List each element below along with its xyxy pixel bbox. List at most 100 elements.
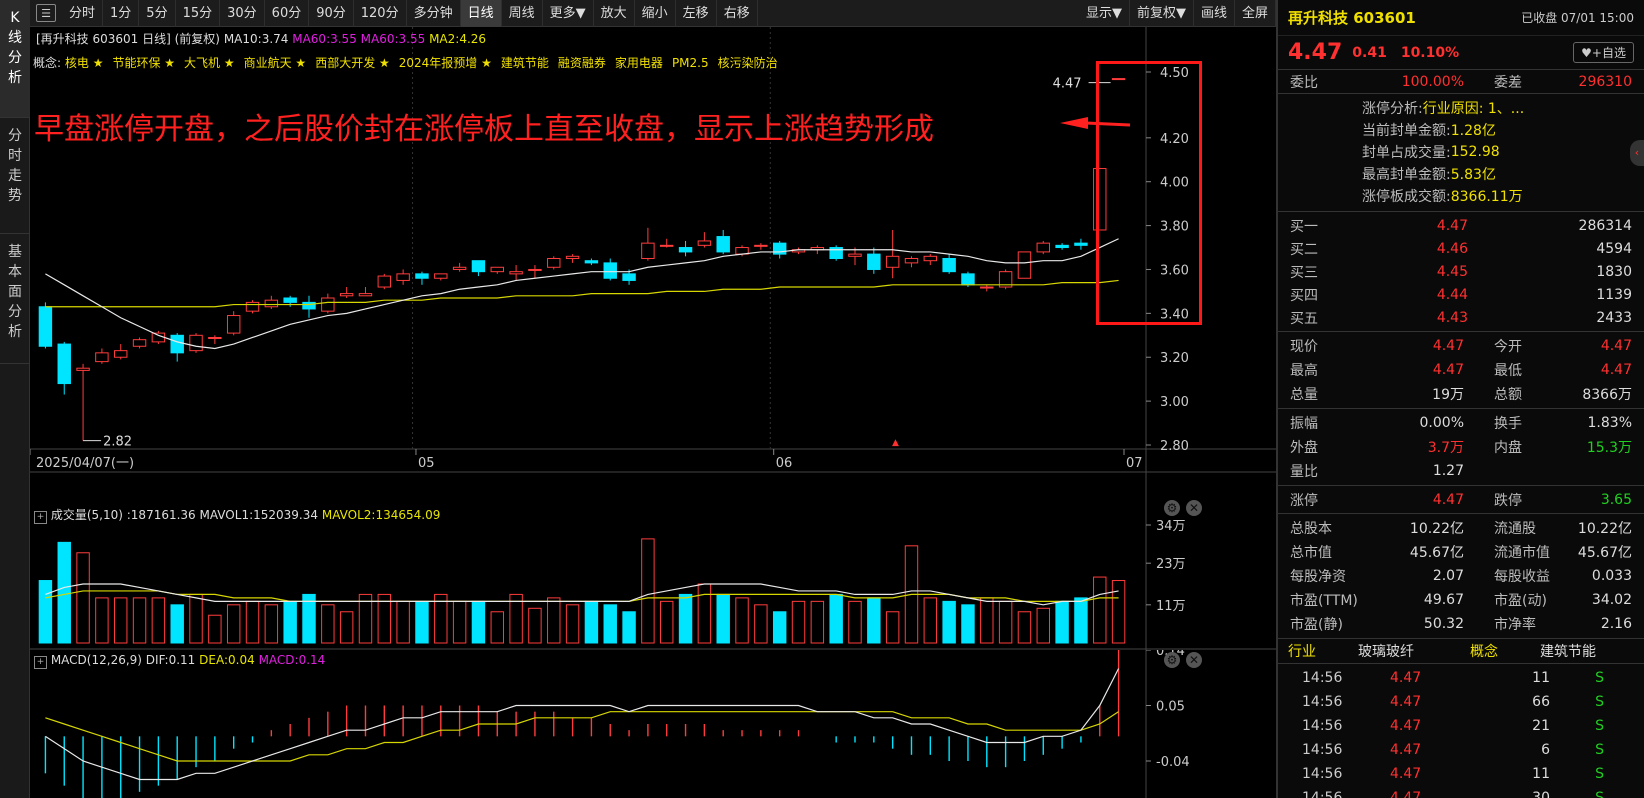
orderbook-price: 4.46 [1436,240,1468,257]
date-tick-label: 05 [418,456,435,471]
stat-row: 现价 4.47 今开 4.47 [1278,334,1644,358]
stat-label: 最低 [1494,363,1522,379]
toolbar-button-0[interactable]: 分时 [62,0,104,27]
macd-settings-gear-icon[interactable]: ⚙ [1164,652,1180,668]
macd-close-icon[interactable]: ✕ [1186,652,1202,668]
toolbar-button-6[interactable]: 90分 [309,0,354,27]
collapse-arrow-icon[interactable]: ‹ [1630,140,1644,166]
orderbook-row[interactable]: 买二 4.46 4594 [1278,237,1644,260]
tab-fundamental-analysis[interactable]: 基本面分析 [0,234,30,364]
toolbar-button-12[interactable]: 放大 [594,0,635,27]
volume-bar [38,580,53,644]
macd-chart[interactable]: 0.140.05-0.04 [30,650,1276,798]
concept-tag[interactable]: 西部大开发 ★ [315,56,390,70]
layout-toggle-icon[interactable]: ☰ [36,4,56,22]
period-buttons: 分时 1分 5分 15分 30分 60分 90分 120分 多分钟 日线 周线 更多▼ 放大 缩小 左移 右移 [62,0,758,27]
mavol2-value: MAVOL2:134654.09 [321,508,441,522]
toolbar-button-7[interactable]: 120分 [354,0,407,27]
stat-label: 每股收益 [1494,569,1550,585]
orderbook-price: 4.47 [1436,217,1468,234]
tick-volume: 6 [1541,742,1550,758]
volume-panel[interactable]: 34万 23万 11万 [30,503,1276,650]
toolbar-right-button-3[interactable]: 全屏 [1235,0,1276,27]
tick-price: 4.47 [1390,694,1422,710]
tab-intraday-trend[interactable]: 分时走势 [0,118,30,234]
candle-body [377,275,392,288]
candle-body [697,240,712,246]
tick-time: 14:56 [1302,742,1343,758]
orderbook-level: 买五 [1290,310,1318,327]
macd-tick-label: -0.04 [1156,755,1190,770]
limit-up-row-value: 152.98 [1450,144,1500,160]
candlestick-chart[interactable]: 4.504.204.003.803.603.403.203.002.802025… [30,27,1276,503]
orderbook-row[interactable]: 买一 4.47 286314 [1278,214,1644,237]
volume-settings-gear-icon[interactable]: ⚙ [1164,500,1180,516]
concept-value[interactable]: 建筑节能 [1540,641,1596,661]
toolbar-button-11[interactable]: 更多▼ [543,0,594,27]
volume-chart[interactable]: 34万 23万 11万 [30,503,1276,650]
toolbar-button-15[interactable]: 右移 [717,0,758,27]
concept-tag[interactable]: 融资融券 [558,56,606,70]
tick-price: 4.47 [1390,742,1422,758]
volume-bar [998,600,1013,644]
toolbar-button-1[interactable]: 1分 [103,0,140,27]
add-watchlist-button[interactable]: ♥+自选 [1573,42,1634,63]
orderbook-row[interactable]: 买三 4.45 1830 [1278,260,1644,283]
orderbook-price: 4.45 [1436,263,1468,280]
concept-tag[interactable]: 核污染防治 [718,56,778,70]
orderbook-row[interactable]: 买五 4.43 2433 [1278,306,1644,329]
toolbar-right-button-0[interactable]: 显示▼ [1079,0,1130,27]
limit-up-label: 涨停 [1290,492,1318,509]
orderbook-row[interactable]: 买四 4.44 1139 [1278,283,1644,306]
toolbar-button-4[interactable]: 30分 [220,0,265,27]
stat-value: 0.033 [1591,568,1632,584]
concept-tag[interactable]: 商业航天 ★ [244,56,307,70]
date-tick-label: 07 [1126,456,1143,471]
concept-tag[interactable]: 节能环保 ★ [112,56,175,70]
expand-icon[interactable]: + [34,511,47,524]
expand-icon[interactable]: + [34,656,47,669]
toolbar-button-14[interactable]: 左移 [676,0,717,27]
orderbook-volume: 4594 [1596,240,1632,257]
limit-up-row-value[interactable]: 行业原因: 1、... [1423,98,1524,118]
tick-time: 14:56 [1302,670,1343,686]
tick-time: 14:56 [1302,766,1343,782]
toolbar-button-10[interactable]: 周线 [502,0,543,27]
toolbar-right-button-1[interactable]: 前复权▼ [1130,0,1194,27]
orderbook-level: 买三 [1290,264,1318,281]
limit-up-row-label: 当前封单金额: [1362,123,1451,139]
volume-bar [716,593,730,644]
toolbar-button-5[interactable]: 60分 [265,0,310,27]
stat-row: 外盘 3.7万 内盘 15.3万 [1278,435,1644,459]
toolbar-button-9[interactable]: 日线 [460,0,502,27]
tab-kline-analysis[interactable]: K线分析 [0,0,30,118]
tick-volume: 11 [1532,670,1550,686]
stat-value: 3.7万 [1427,440,1464,456]
toolbar-button-3[interactable]: 15分 [176,0,221,27]
concept-tag[interactable]: 建筑节能 [501,56,549,70]
stat-value: 4.47 [1600,362,1632,378]
price-change: 0.41 [1352,44,1387,61]
toolbar-button-2[interactable]: 5分 [139,0,176,27]
macd-panel[interactable]: 0.140.05-0.04 [30,650,1276,798]
tick-time: 14:56 [1302,790,1343,798]
concept-tag[interactable]: PM2.5 [672,56,709,70]
concept-tag[interactable]: 家用电器 [615,56,663,70]
volume-close-icon[interactable]: ✕ [1186,500,1202,516]
concept-tag[interactable]: 大飞机 ★ [184,56,235,70]
tick-side: S [1595,742,1604,758]
candle-body [1036,242,1050,253]
stat-label: 今开 [1494,339,1522,355]
stat-value: 4.47 [1600,338,1632,354]
price-panel[interactable]: 4.50 4.20 4.00 3.80 3.60 3.40 3.20 3.00 2.80 2025… [30,27,1276,503]
concept-tag[interactable]: 2024年报预增 ★ [399,56,492,70]
toolbar-button-13[interactable]: 缩小 [635,0,676,27]
tick-side: S [1595,718,1604,734]
toolbar-right-button-2[interactable]: 画线 [1194,0,1235,27]
volume-bar [584,600,599,644]
stat-value: 15.3万 [1586,440,1632,456]
industry-value[interactable]: 玻璃玻纤 [1358,641,1470,661]
candle-body [528,268,542,271]
toolbar-button-8[interactable]: 多分钟 [407,0,461,27]
concept-tag[interactable]: 核电 ★ [65,56,104,70]
